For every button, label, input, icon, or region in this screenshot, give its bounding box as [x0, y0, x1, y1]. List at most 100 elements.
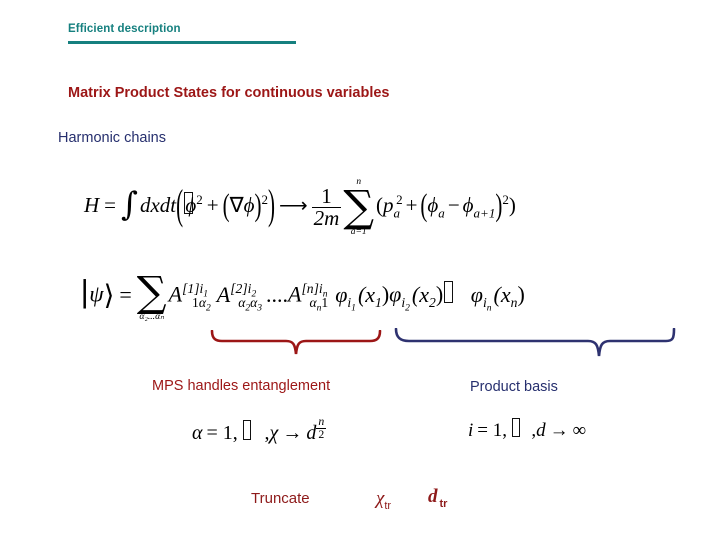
- header-title: Efficient description: [68, 23, 181, 35]
- basis-phi-n: φ: [470, 281, 483, 307]
- section-subtitle: Harmonic chains: [58, 130, 166, 146]
- basis-phi-2-arg: (x: [411, 281, 429, 307]
- tensor-A2: A: [216, 281, 231, 307]
- missing-glyph-icon: [512, 418, 521, 438]
- d-exponent-fraction: n2: [316, 415, 327, 442]
- basis-phi-n-arg-close: ): [517, 281, 525, 307]
- hamiltonian-equals: =: [104, 193, 117, 218]
- rhs-group-open-paren: (: [420, 186, 428, 223]
- d-truncated-symbol: d: [428, 486, 438, 507]
- basis-phi-2-arg-index: 2: [429, 294, 436, 310]
- fraction-denominator: 2m: [311, 205, 342, 230]
- hamiltonian-open-paren: (: [176, 180, 184, 229]
- tensor-A1-sub-right: α: [198, 294, 207, 310]
- summation-operator: n ∑ a=1: [343, 177, 375, 237]
- equation-local-dimension: i = 1, ,d → ∞: [468, 418, 586, 440]
- ket-close-angle: ⟩: [103, 279, 115, 312]
- rhs-group-close-paren: ): [495, 186, 503, 223]
- basis-phi-1-arg: (x: [357, 281, 376, 307]
- fraction-numerator: 1: [321, 183, 332, 208]
- alpha-equals-one: = 1,: [206, 422, 238, 445]
- d-truncated: d tr: [428, 486, 447, 510]
- mps-sum-indices: α₂...αₙ: [139, 310, 165, 322]
- phi2-idx-sub: 2: [405, 302, 410, 314]
- momentum-exp: 2: [396, 192, 403, 208]
- brace-product-basis-underbrace: [394, 328, 676, 357]
- mps-summation-operator: ∑ α₂...αₙ: [136, 267, 167, 322]
- tensor-An-sub-r: 1: [321, 294, 329, 310]
- phin-idx-sub: n: [486, 302, 492, 314]
- chi-truncated-subscript: tr: [384, 499, 392, 512]
- d-exponent: n2: [316, 415, 327, 441]
- tensor-chain-dots: ....: [266, 281, 289, 307]
- equation-bond-dimension: α = 1, ,χ → d n 2: [192, 415, 327, 445]
- momentum-symbol: p: [383, 193, 394, 218]
- rhs-open-paren: (: [376, 193, 384, 218]
- basis-phi-n-index: in: [483, 295, 492, 313]
- hamiltonian-phi-exp: 2: [196, 192, 203, 208]
- transform-arrow-icon: ⟶: [279, 195, 308, 218]
- rhs-minus: −: [447, 193, 460, 218]
- sigma-icon: ∑: [343, 181, 375, 232]
- hamiltonian-close-paren: ): [268, 180, 276, 229]
- hamiltonian-grad-field: ϕ: [243, 193, 255, 218]
- equation-mps-ansatz: ∣ψ⟩ = ∑ α₂...αₙ A[1]i11α2A[2]i2α2α3....A[n]i…: [80, 267, 525, 322]
- prefactor-fraction: 1 2m: [311, 183, 342, 230]
- basis-phi-n-arg: (x: [493, 281, 511, 307]
- hamiltonian-plus: +: [206, 193, 219, 218]
- hamiltonian-measure: dxdt: [139, 193, 177, 218]
- basis-phi-2: φ: [389, 281, 402, 307]
- page-title: Matrix Product States for continuous var…: [68, 85, 390, 101]
- d-arrow-icon: →: [549, 420, 569, 442]
- mps-equals: =: [119, 281, 132, 307]
- tensor-An: A: [288, 281, 302, 307]
- ket-open-bar: ∣: [80, 275, 90, 314]
- i-equals-one: = 1,: [477, 420, 507, 442]
- missing-glyph-icon: [242, 420, 252, 441]
- tensor-A1: A: [168, 281, 183, 307]
- rhs-plus: +: [405, 193, 418, 218]
- equation-hamiltonian: H = ∫dxdt(ϕ2 + (∇ϕ)2) ⟶ 1 2m n ∑ a=1 (pa2 + (ϕa − ϕa+1)…: [84, 177, 516, 237]
- hamiltonian-lhs: H: [84, 193, 100, 218]
- tensor-A1-subscript: 1α2: [192, 294, 211, 313]
- basis-phi-1: φ: [335, 281, 348, 307]
- d-exponent-den: 2: [316, 428, 327, 442]
- momentum-index: a: [393, 205, 401, 221]
- alpha-symbol: α: [192, 422, 203, 445]
- tensor-An-sub-l: α: [309, 294, 317, 310]
- brace-mps-underbrace: [210, 330, 382, 355]
- header-underline-rule: [68, 41, 296, 44]
- basis-phi-2-index: i2: [401, 295, 410, 313]
- sigma-icon: ∑: [136, 267, 167, 316]
- chi-arrow-icon: →: [282, 422, 303, 445]
- phi-a-index: a: [438, 205, 445, 221]
- tensor-A1-sub-left: 1: [192, 294, 199, 310]
- chi-truncated: χtr: [376, 488, 391, 512]
- hamiltonian-phi-dot: ϕ: [185, 193, 197, 218]
- brace-label-mps: MPS handles entanglement: [152, 378, 331, 394]
- integral-symbol: ∫: [121, 185, 138, 224]
- infinity-symbol: ∞: [572, 420, 587, 442]
- gradient-symbol: ∇: [229, 193, 244, 218]
- tensor-A2-subscript: α2α3: [238, 295, 262, 313]
- basis-phi-1-index: i1: [347, 295, 356, 313]
- brace-label-product-basis: Product basis: [470, 379, 558, 395]
- i-symbol: i: [468, 420, 474, 442]
- phi-a-plus-1: ϕ: [462, 193, 474, 218]
- phi1-idx-sub: 1: [351, 302, 356, 314]
- truncate-label: Truncate: [251, 490, 310, 507]
- hamiltonian-grad-open-paren: (: [222, 186, 230, 223]
- rhs-close-paren: ): [508, 193, 516, 218]
- missing-glyph-icon: [444, 280, 454, 304]
- d-exponent-num: n: [318, 415, 325, 428]
- psi-symbol: ψ: [89, 280, 104, 307]
- phi-a: ϕ: [427, 193, 439, 218]
- chi-symbol: χ: [269, 422, 279, 445]
- tensor-A1-sub-right-idx: 2: [206, 302, 211, 314]
- basis-phi-2-arg-close: ): [435, 281, 444, 307]
- d-truncated-subscript: tr: [439, 497, 448, 510]
- hamiltonian-grad-close-paren: ): [254, 186, 262, 223]
- basis-phi-1-arg-index: 1: [375, 294, 382, 310]
- tensor-An-subscript: αn1: [309, 294, 329, 313]
- slide-canvas: Efficient description Matrix Product Sta…: [0, 0, 720, 540]
